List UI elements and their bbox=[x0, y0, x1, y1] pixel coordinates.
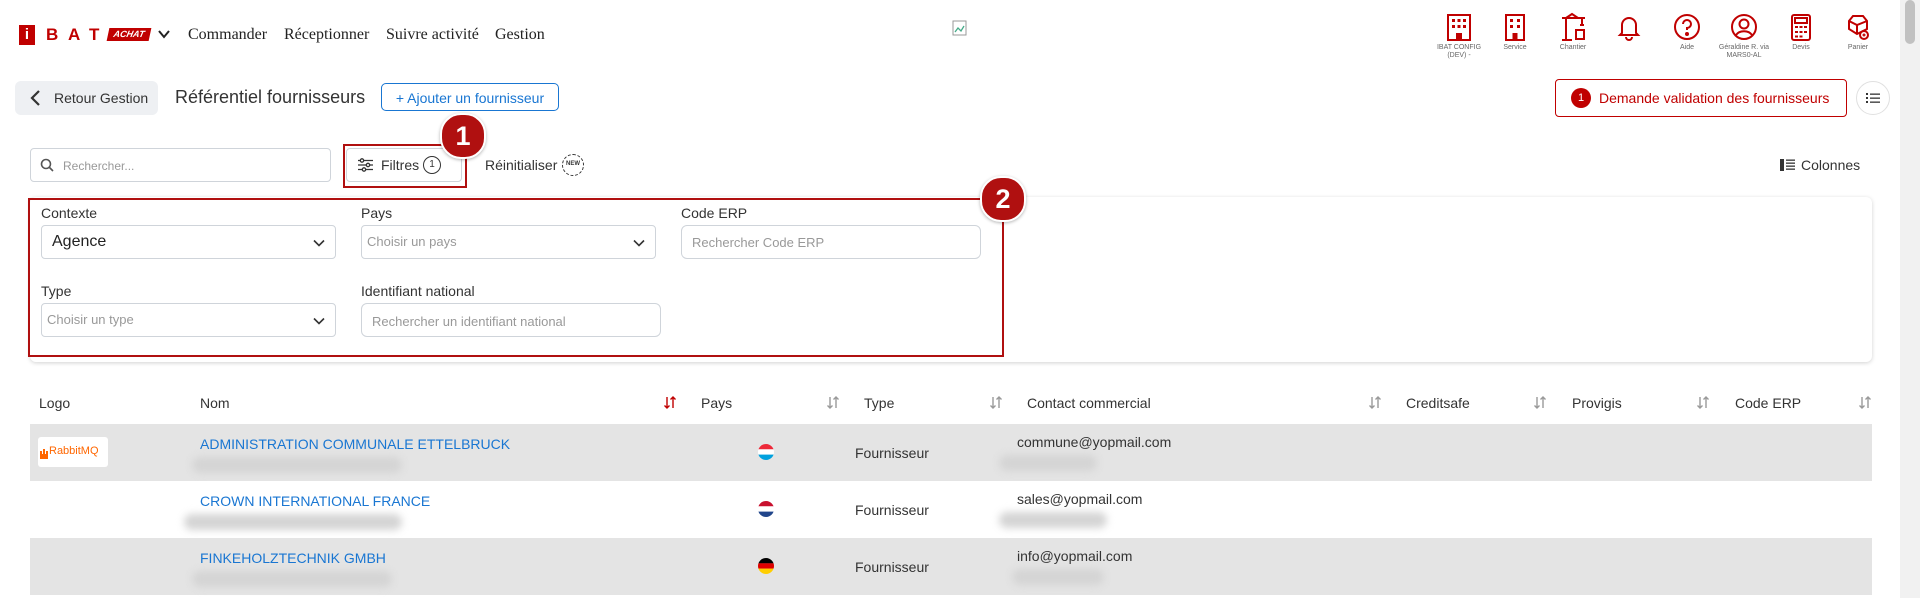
page-title: Référentiel fournisseurs bbox=[175, 87, 366, 107]
reset-button[interactable]: Réinitialiser bbox=[485, 157, 557, 173]
column-header-pays[interactable]: Pays bbox=[701, 395, 732, 411]
top-navbar: i B A T ACHAT Commander Réceptionner Sui… bbox=[0, 0, 1900, 70]
cart-icon[interactable] bbox=[1843, 12, 1873, 42]
logo-badge: ACHAT bbox=[106, 28, 152, 41]
supplier-name-link[interactable]: FINKEHOLZTECHNIK GMBH bbox=[200, 550, 386, 566]
nav-commander[interactable]: Commander bbox=[188, 24, 267, 46]
annotation-number-2: 2 bbox=[980, 176, 1026, 222]
supplier-logo: RabbitMQ bbox=[38, 437, 108, 467]
search-input[interactable] bbox=[61, 155, 315, 177]
company-label: IBAT CONFIG (DEV) - bbox=[1436, 44, 1482, 59]
bell-icon[interactable] bbox=[1614, 12, 1644, 42]
crane-icon[interactable] bbox=[1558, 12, 1588, 42]
redacted-phone bbox=[999, 455, 1097, 471]
add-supplier-button[interactable]: + Ajouter un fournisseur bbox=[381, 83, 559, 111]
flag-france-icon bbox=[758, 501, 774, 517]
flag-luxembourg-icon bbox=[758, 444, 774, 460]
supplier-logo-text: RabbitMQ bbox=[49, 445, 99, 457]
supplier-type: Fournisseur bbox=[855, 559, 929, 575]
table-row[interactable]: FINKEHOLZTECHNIK GMBH Fournisseur info@y… bbox=[30, 538, 1872, 595]
supplier-type: Fournisseur bbox=[855, 445, 929, 461]
app-switch-chevron-icon[interactable] bbox=[157, 27, 171, 41]
panier-label: Panier bbox=[1847, 44, 1869, 51]
supplier-type: Fournisseur bbox=[855, 502, 929, 518]
back-arrow-icon bbox=[28, 89, 44, 107]
sort-icon[interactable] bbox=[1533, 396, 1547, 410]
logo-letter-a: A bbox=[68, 25, 81, 44]
table-row[interactable]: RabbitMQ ADMINISTRATION COMMUNALE ETTELB… bbox=[30, 424, 1872, 481]
sort-desc-active-icon[interactable] bbox=[663, 396, 677, 410]
devis-label: Devis bbox=[1792, 44, 1810, 51]
annotation-number-1: 1 bbox=[440, 113, 486, 159]
supplier-contact: commune@yopmail.com bbox=[1017, 434, 1172, 450]
building-icon[interactable] bbox=[1500, 12, 1530, 42]
flag-germany-icon bbox=[758, 558, 774, 574]
column-header-provigis[interactable]: Provigis bbox=[1572, 395, 1622, 411]
nav-gestion[interactable]: Gestion bbox=[495, 24, 545, 46]
supplier-name-link[interactable]: ADMINISTRATION COMMUNALE ETTELBRUCK bbox=[200, 436, 510, 452]
validation-count-badge: 1 bbox=[1571, 88, 1591, 108]
user-label: Géraldine R. via MARS0-AL bbox=[1718, 44, 1770, 59]
table-row[interactable]: CROWN INTERNATIONAL FRANCE Fournisseur s… bbox=[30, 481, 1872, 538]
help-icon[interactable] bbox=[1672, 12, 1702, 42]
column-header-contact[interactable]: Contact commercial bbox=[1027, 395, 1151, 411]
list-icon bbox=[1866, 91, 1880, 105]
supplier-contact: sales@yopmail.com bbox=[1017, 491, 1143, 507]
redacted-phone bbox=[1012, 569, 1104, 585]
annotation-box-2 bbox=[28, 198, 1004, 357]
sort-icon[interactable] bbox=[989, 396, 1003, 410]
sort-icon[interactable] bbox=[1368, 396, 1382, 410]
supplier-contact: info@yopmail.com bbox=[1017, 548, 1133, 564]
logo-letter-b: B bbox=[46, 25, 59, 44]
supplier-name-link[interactable]: CROWN INTERNATIONAL FRANCE bbox=[200, 493, 430, 509]
broken-image-icon bbox=[952, 20, 968, 36]
redacted-address bbox=[184, 514, 402, 530]
columns-button[interactable]: Colonnes bbox=[1801, 157, 1860, 173]
logo-i: i bbox=[19, 25, 35, 45]
sort-icon[interactable] bbox=[826, 396, 840, 410]
new-badge: NEW bbox=[562, 154, 584, 176]
columns-icon bbox=[1780, 158, 1795, 172]
column-header-type[interactable]: Type bbox=[864, 395, 894, 411]
help-label: Aide bbox=[1679, 44, 1694, 51]
rabbitmq-logo-icon bbox=[40, 446, 48, 459]
column-header-logo: Logo bbox=[39, 395, 71, 411]
nav-receptionner[interactable]: Réceptionner bbox=[284, 24, 369, 46]
user-icon[interactable] bbox=[1729, 12, 1759, 42]
redacted-phone bbox=[999, 512, 1107, 528]
column-header-code-erp[interactable]: Code ERP bbox=[1735, 395, 1801, 411]
search-icon bbox=[40, 158, 54, 172]
scrollbar-thumb[interactable] bbox=[1905, 0, 1915, 44]
service-label: Service bbox=[1503, 44, 1527, 51]
column-header-nom[interactable]: Nom bbox=[200, 395, 230, 411]
back-button-label: Retour Gestion bbox=[54, 90, 149, 106]
nav-suivre-activite[interactable]: Suivre activité bbox=[386, 24, 479, 46]
logo-letter-t: T bbox=[89, 25, 100, 44]
search-box[interactable] bbox=[30, 148, 331, 182]
sort-icon[interactable] bbox=[1858, 396, 1872, 410]
company-icon[interactable] bbox=[1444, 12, 1474, 42]
calculator-icon[interactable] bbox=[1786, 12, 1816, 42]
redacted-address bbox=[192, 571, 392, 587]
redacted-address bbox=[192, 457, 402, 473]
sort-icon[interactable] bbox=[1696, 396, 1710, 410]
column-header-creditsafe[interactable]: Creditsafe bbox=[1406, 395, 1470, 411]
validation-button-label: Demande validation des fournisseurs bbox=[1599, 90, 1830, 106]
chantier-label: Chantier bbox=[1559, 44, 1587, 51]
page-scrollbar[interactable] bbox=[1900, 0, 1920, 598]
